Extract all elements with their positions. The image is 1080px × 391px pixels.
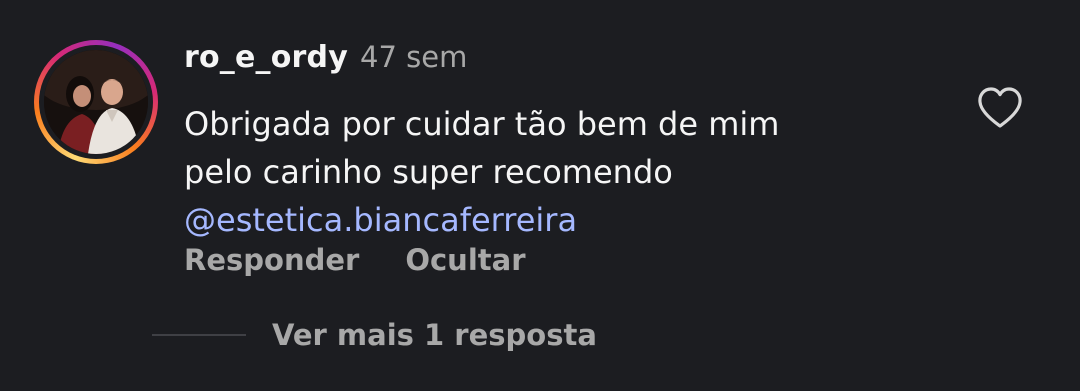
like-button[interactable] <box>976 85 1024 131</box>
heart-outline-icon <box>978 87 1022 128</box>
reply-divider <box>152 334 246 336</box>
comment-text-line: Obrigada por cuidar tão bem de mim <box>184 105 780 143</box>
mention-link[interactable]: @estetica.biancaferreira <box>184 196 944 244</box>
avatar[interactable] <box>44 50 148 154</box>
avatar-photo-icon <box>44 50 148 154</box>
view-more-replies-label: Ver mais 1 resposta <box>272 318 597 352</box>
hide-button[interactable]: Ocultar <box>405 243 525 277</box>
comment-header: ro_e_ordy 47 sem <box>184 40 467 86</box>
timestamp: 47 sem <box>360 40 468 74</box>
reply-button[interactable]: Responder <box>184 243 359 277</box>
view-more-replies[interactable]: Ver mais 1 resposta <box>152 318 597 352</box>
avatar-story-ring[interactable] <box>34 40 158 164</box>
comment-text: Obrigada por cuidar tão bem de mim pelo … <box>184 100 944 244</box>
username[interactable]: ro_e_ordy <box>184 40 348 75</box>
comment-text-line: pelo carinho super recomendo <box>184 153 673 191</box>
comment-actions: Responder Ocultar <box>184 243 526 277</box>
